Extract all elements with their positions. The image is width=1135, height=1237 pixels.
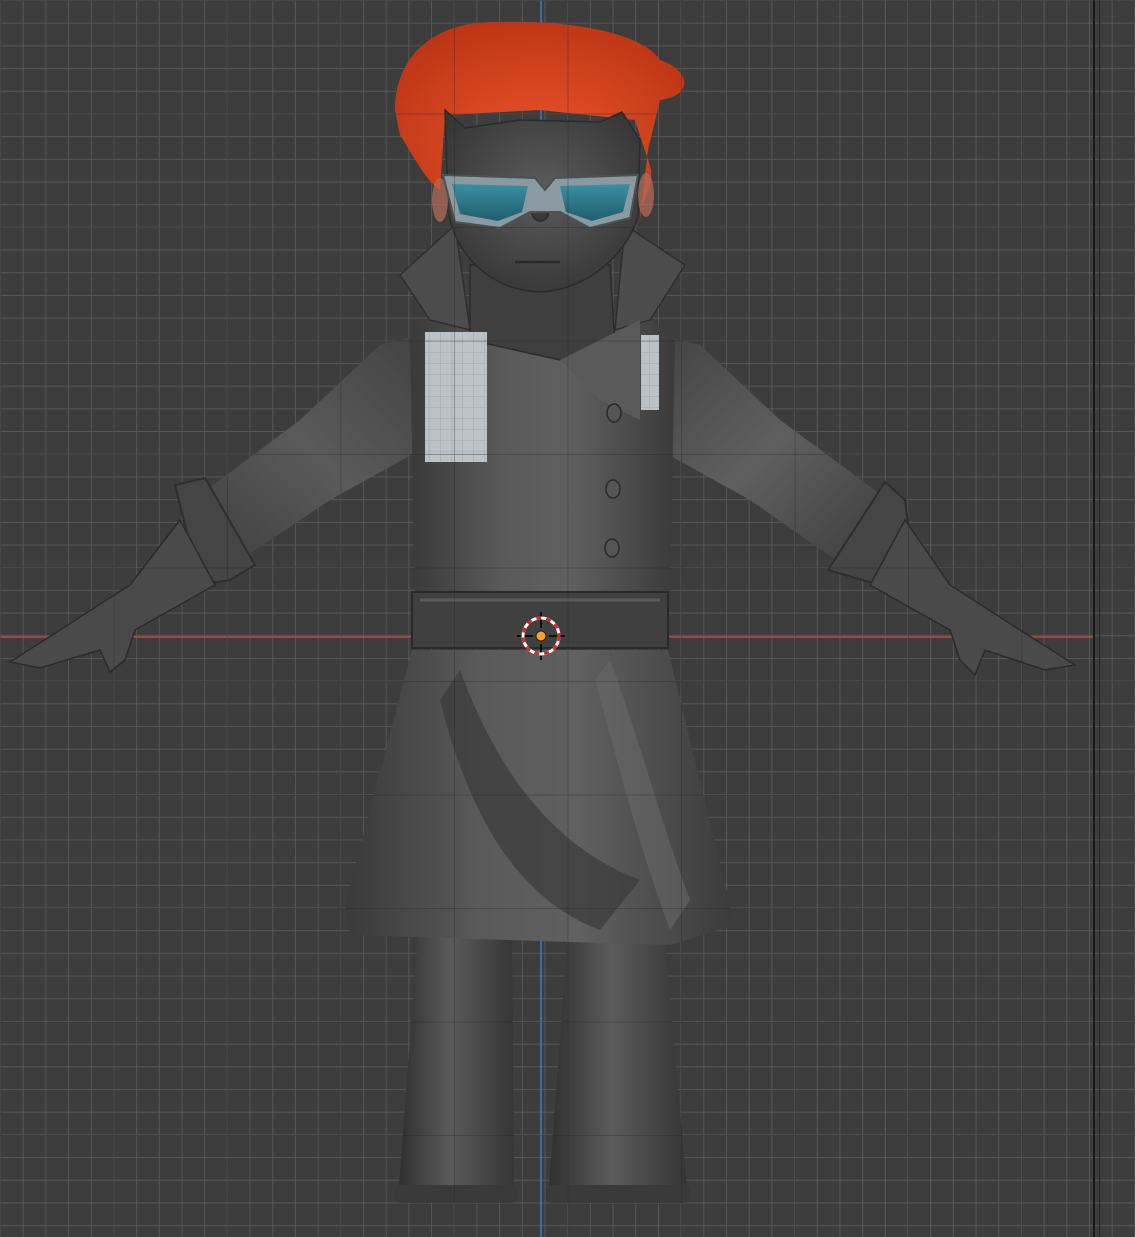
- 3d-cursor-icon[interactable]: [517, 612, 565, 660]
- ear: [638, 173, 654, 217]
- character-mesh[interactable]: [0, 0, 1135, 1237]
- 3d-viewport[interactable]: 3D Viewport Front Orthographic: [0, 0, 1135, 1237]
- left-hand: [8, 518, 217, 674]
- right-shoe: [546, 1185, 690, 1203]
- right-hand: [868, 518, 1078, 677]
- origin-dot-icon: [535, 630, 547, 642]
- right-leg: [548, 935, 688, 1198]
- texture-patch: [425, 332, 487, 462]
- coat-button: [604, 538, 620, 558]
- left-shoe: [395, 1185, 517, 1203]
- coat-button: [605, 479, 621, 499]
- coat-button: [606, 403, 622, 423]
- left-leg: [398, 935, 514, 1198]
- texture-patch: [641, 335, 659, 410]
